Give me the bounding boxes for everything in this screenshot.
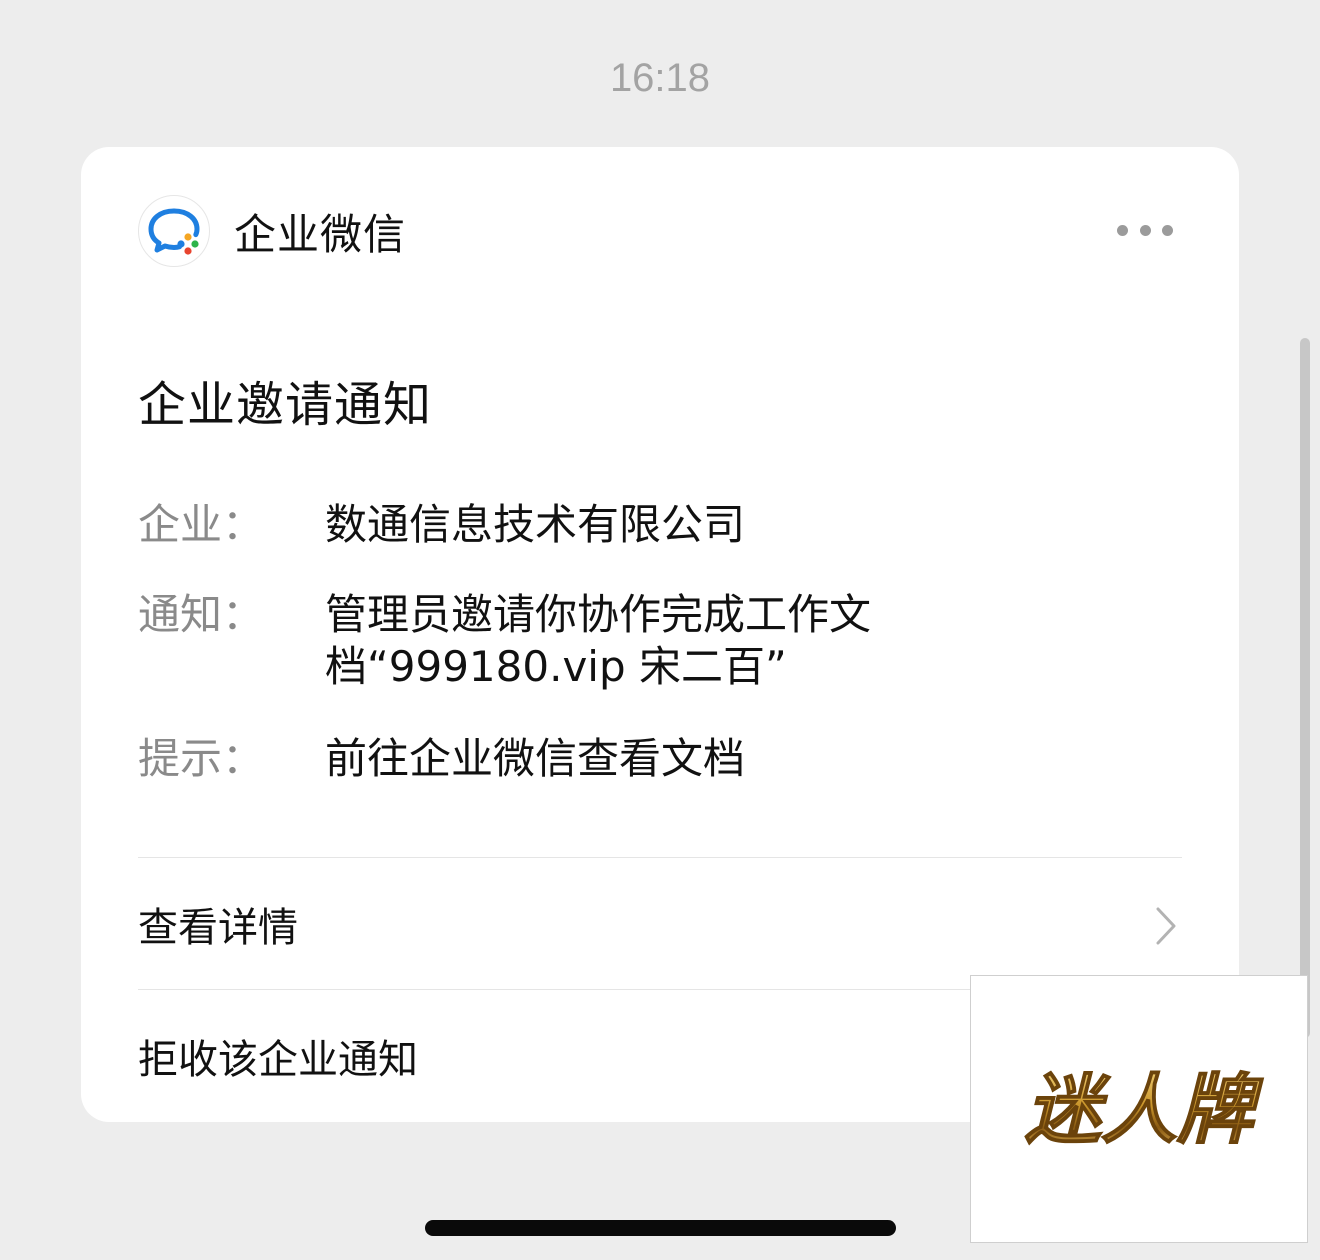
- reject-notifications-label: 拒收该企业通知: [138, 1037, 418, 1083]
- field-label: 企业：: [138, 500, 265, 549]
- more-icon[interactable]: [1117, 223, 1173, 237]
- watermark-logo: 迷人牌: [970, 975, 1308, 1243]
- field-value: 管理员邀请你协作完成工作文档“999180.vip 宋二百”: [325, 590, 872, 691]
- field-value: 前往企业微信查看文档: [325, 734, 746, 783]
- message-timestamp: 16:18: [609, 56, 711, 100]
- card-header: 企业微信: [138, 195, 406, 267]
- scrollbar[interactable]: [1300, 338, 1310, 1038]
- home-indicator[interactable]: [425, 1220, 896, 1236]
- chevron-right-icon: [1156, 907, 1176, 945]
- view-details-button[interactable]: 查看详情: [138, 858, 1182, 990]
- field-notice: 通知： 管理员邀请你协作完成工作文档“999180.vip 宋二百”: [138, 589, 1025, 693]
- field-label: 通知：: [138, 590, 265, 639]
- app-name: 企业微信: [234, 209, 407, 259]
- field-company: 企业： 数通信息技术有限公司: [138, 499, 1025, 551]
- chat-screen: 16:18 企业微信 企业邀请通知 企业： 数通信息技术有限公司 通知： 管理员…: [0, 0, 1320, 1260]
- svg-text:迷人牌: 迷人牌: [1025, 1065, 1264, 1154]
- notification-title: 企业邀请通知: [138, 377, 433, 433]
- view-details-label: 查看详情: [138, 905, 298, 951]
- field-hint: 提示： 前往企业微信查看文档: [138, 733, 1025, 785]
- wecom-logo-icon[interactable]: [138, 195, 210, 267]
- field-value: 数通信息技术有限公司: [325, 500, 746, 549]
- field-label: 提示：: [138, 734, 265, 783]
